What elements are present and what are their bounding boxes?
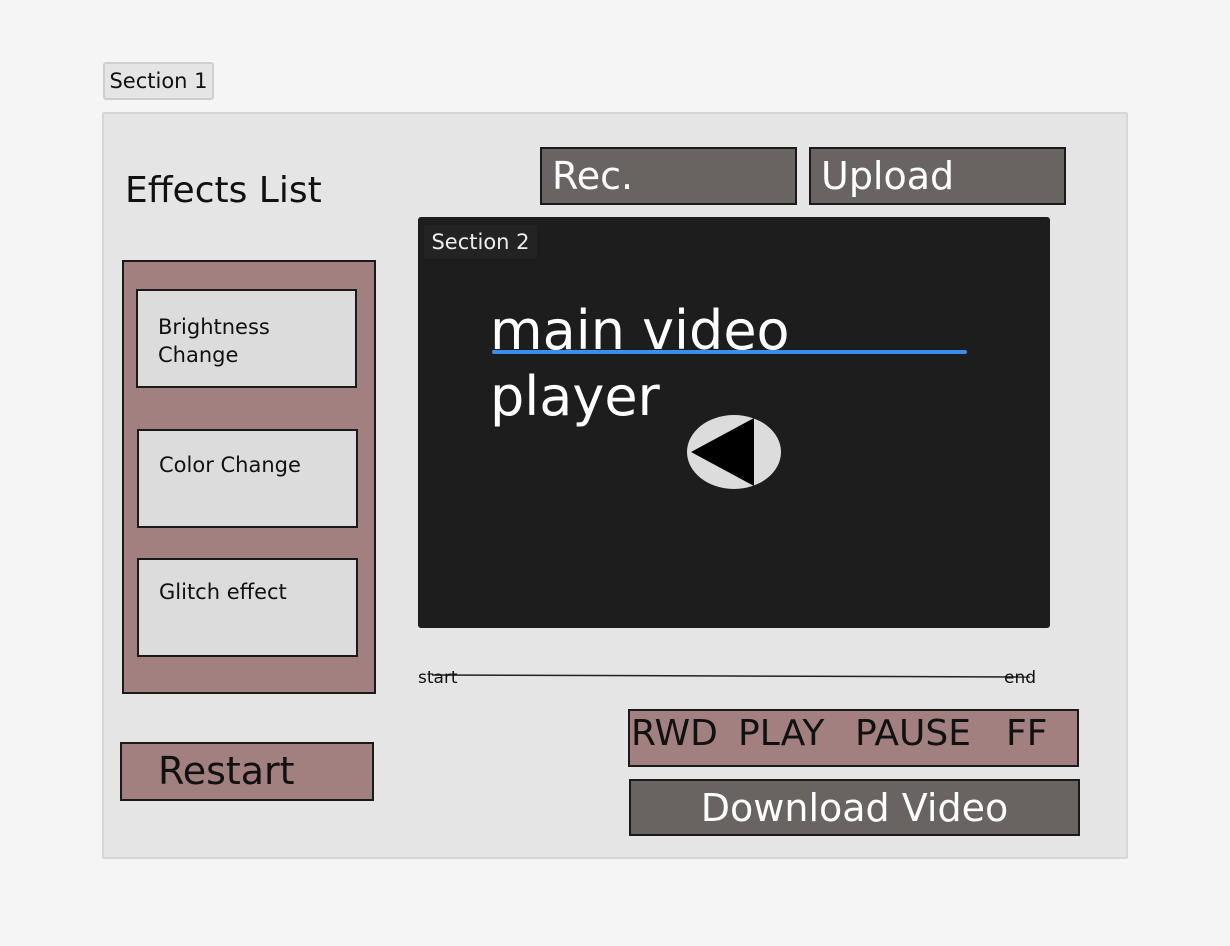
transport-controls: RWD PLAY PAUSE FF — [628, 709, 1079, 767]
section-2-label: Section 2 — [424, 225, 537, 259]
fast-forward-button[interactable]: FF — [1006, 711, 1047, 757]
play-icon[interactable] — [686, 414, 782, 490]
timeline-scrubber[interactable] — [431, 663, 1031, 678]
download-video-button[interactable]: Download Video — [629, 779, 1080, 836]
effect-item-glitch-effect[interactable]: Glitch effect — [137, 558, 358, 657]
effects-list-heading: Effects List — [125, 170, 322, 211]
effect-item-label: Color Change — [159, 453, 301, 477]
pause-button[interactable]: PAUSE — [855, 711, 971, 757]
timeline-end-label: end — [1004, 668, 1037, 688]
title-underline — [492, 350, 967, 354]
effect-item-label: Glitch effect — [159, 580, 287, 604]
record-button[interactable]: Rec. — [540, 147, 797, 205]
section-1-label: Section 1 — [103, 62, 214, 100]
restart-button[interactable]: Restart — [120, 742, 374, 801]
upload-button[interactable]: Upload — [809, 147, 1066, 205]
timeline-start-label: start — [418, 668, 458, 688]
effect-item-color-change[interactable]: Color Change — [137, 429, 358, 528]
effect-item-label: Brightness Change — [158, 315, 270, 367]
video-player-title: main video player — [490, 299, 790, 428]
effect-item-brightness-change[interactable]: Brightness Change — [136, 289, 357, 388]
rewind-button[interactable]: RWD — [631, 711, 718, 757]
play-button[interactable]: PLAY — [738, 711, 824, 757]
